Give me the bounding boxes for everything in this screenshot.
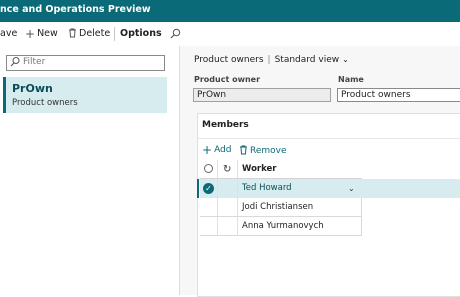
remove-label: Remove [250,145,287,156]
worker-cell[interactable]: Ted Howard [238,179,362,198]
product-owner-label: Product owner [194,75,261,84]
breadcrumb-title: Product owners [194,55,264,65]
row-select[interactable] [200,198,218,217]
new-button[interactable]: + New [25,26,58,41]
select-all-column[interactable] [200,160,218,179]
save-button[interactable]: ave [0,28,17,39]
product-owner-field[interactable]: PrOwn [193,88,331,102]
chevron-down-icon[interactable]: ⌄ [348,179,355,198]
worker-cell[interactable]: Anna Yurmanovych [238,217,362,236]
options-tab[interactable]: Options [120,28,162,39]
refresh-icon: ↻ [223,164,232,175]
plus-icon: + [202,143,213,157]
radio-icon [204,164,213,173]
list-item[interactable]: PrOwn Product owners [3,77,167,113]
trash-icon [68,28,77,39]
breadcrumb: Product owners | Standard view ⌄ [194,55,349,65]
list-pane: Filter PrOwn Product owners [0,46,180,295]
view-name: Standard view [274,55,340,65]
app-title: nce and Operations Preview [0,4,151,15]
name-field[interactable]: Product owners [337,88,460,102]
row-select[interactable]: ✓ [200,179,218,198]
check-icon: ✓ [203,183,214,194]
grid-header-row: ↻ Worker [200,160,460,179]
new-label: New [37,28,58,39]
search-icon [170,28,181,42]
name-label: Name [338,75,364,84]
divider [198,138,460,139]
search-icon [10,56,20,70]
chevron-down-icon: ⌄ [342,55,349,64]
search-button[interactable] [170,28,181,42]
action-pane: ave + New Delete Options [0,22,460,47]
column-header-worker[interactable]: Worker [238,160,362,179]
list-item-description: Product owners [12,98,78,108]
remove-button[interactable]: Remove [239,145,287,156]
delete-button[interactable]: Delete [68,28,110,39]
list-item-name: PrOwn [12,82,53,95]
members-title: Members [202,120,249,130]
plus-icon: + [25,26,36,41]
worker-cell[interactable]: Jodi Christiansen [238,198,362,217]
members-section: Members + Add Remove ↻ Worker ✓ Ted Howa… [197,113,460,297]
table-row[interactable]: Jodi Christiansen [200,198,460,217]
view-selector[interactable]: Standard view ⌄ [275,55,349,65]
row-marker [218,198,238,217]
row-marker [218,217,238,236]
save-label: ave [0,28,18,39]
trash-icon [239,145,248,156]
table-row[interactable]: Anna Yurmanovych [200,217,460,236]
row-marker [218,179,238,198]
active-row-indicator [197,179,199,198]
add-button[interactable]: + Add [202,143,232,157]
filter-placeholder: Filter [23,57,46,67]
title-bar: nce and Operations Preview [0,0,460,22]
refresh-column[interactable]: ↻ [218,160,238,179]
toolbar-divider [114,27,115,41]
row-select[interactable] [200,217,218,236]
details-pane: Product owners | Standard view ⌄ Product ow… [180,46,460,297]
options-label: Options [120,28,162,39]
table-row[interactable]: ✓ Ted Howard ⌄ [197,179,460,198]
delete-label: Delete [79,28,111,39]
add-label: Add [214,145,232,155]
filter-input[interactable]: Filter [6,55,165,71]
breadcrumb-divider: | [267,55,271,65]
